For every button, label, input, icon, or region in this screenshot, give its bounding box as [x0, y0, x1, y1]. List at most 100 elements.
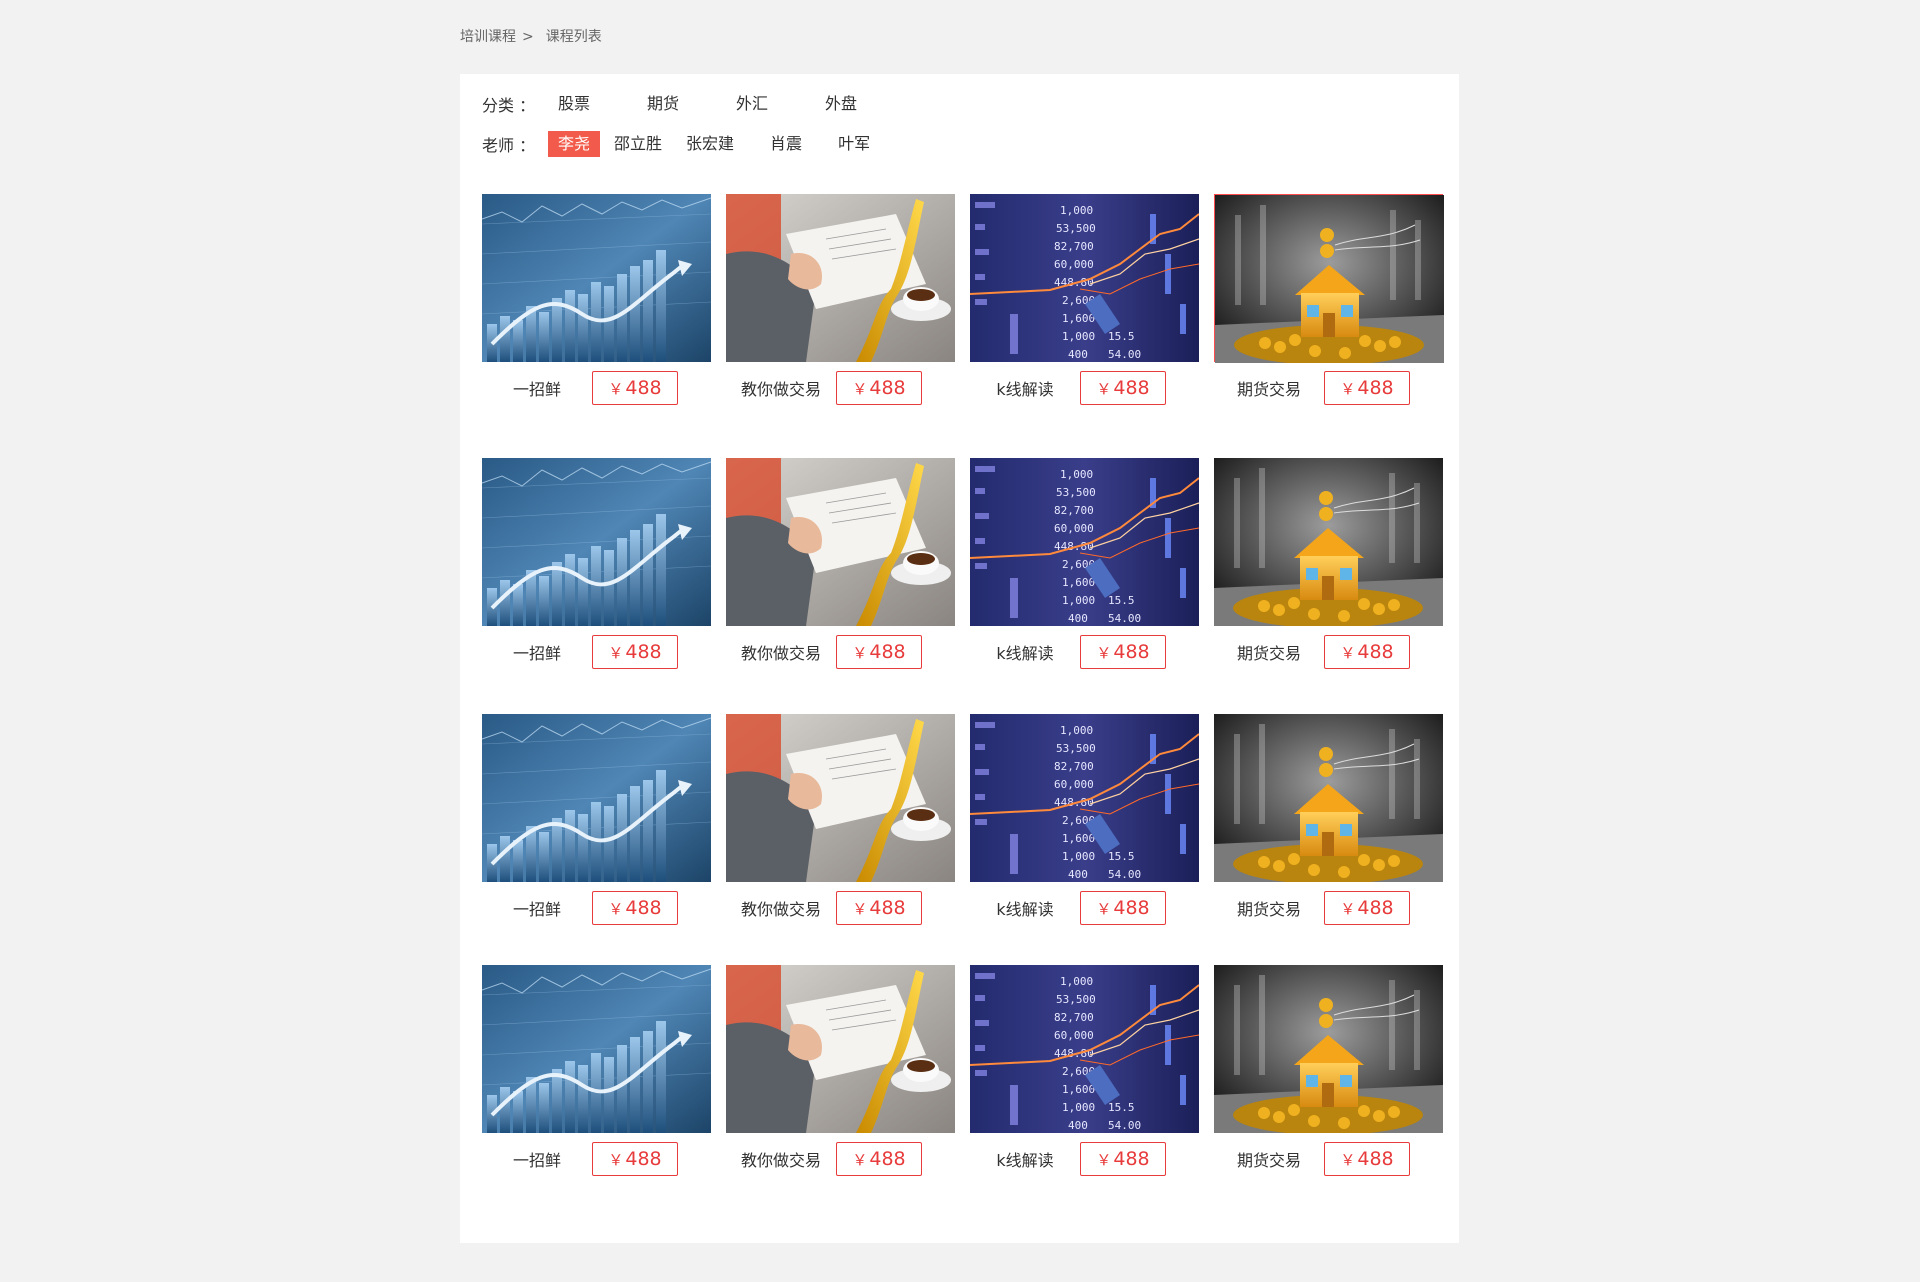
course-title[interactable]: k线解读: [970, 376, 1080, 400]
course-title[interactable]: 一招鲜: [482, 1147, 592, 1171]
course-card: 期货交易 ￥ 488: [1214, 714, 1443, 926]
course-price-button[interactable]: ￥ 488: [1324, 1142, 1410, 1176]
course-title[interactable]: k线解读: [970, 1147, 1080, 1171]
course-title[interactable]: 一招鲜: [482, 376, 592, 400]
currency-symbol: ￥: [608, 380, 624, 398]
currency-symbol: ￥: [1340, 900, 1356, 918]
currency-symbol: ￥: [852, 1151, 868, 1169]
course-price-button[interactable]: ￥ 488: [836, 371, 922, 405]
price-amount: 488: [625, 641, 662, 663]
course-price-button[interactable]: ￥ 488: [592, 1142, 678, 1176]
currency-symbol: ￥: [852, 900, 868, 918]
price-amount: 488: [625, 1148, 662, 1170]
course-title[interactable]: 期货交易: [1214, 1147, 1324, 1171]
category-option-stocks[interactable]: 股票: [548, 91, 600, 117]
teacher-option-4[interactable]: 肖震: [760, 131, 812, 157]
course-title[interactable]: 一招鲜: [482, 640, 592, 664]
price-amount: 488: [869, 641, 906, 663]
course-card: 一招鲜 ￥ 488: [481, 965, 712, 1177]
svg-text:1,000: 1,000: [1062, 1101, 1095, 1114]
svg-text:15.5: 15.5: [1108, 330, 1135, 343]
course-price-button[interactable]: ￥ 488: [1324, 891, 1410, 925]
course-price-button[interactable]: ￥ 488: [1080, 891, 1166, 925]
course-thumbnail[interactable]: [726, 965, 955, 1133]
course-price-button[interactable]: ￥ 488: [1080, 371, 1166, 405]
course-card: 教你做交易 ￥ 488: [726, 965, 955, 1177]
course-card: 1,000 53,500 82,700 60,000 448.80 2,600 1,6…: [969, 714, 1200, 926]
course-thumbnail[interactable]: [726, 714, 955, 882]
course-thumbnail[interactable]: [1214, 194, 1444, 365]
course-title[interactable]: 一招鲜: [482, 896, 592, 920]
course-card: 1,000 53,500 82,700 60,000 448.80 2,600 1,6…: [969, 458, 1200, 670]
course-card: 一招鲜 ￥ 488: [481, 458, 712, 670]
course-thumbnail[interactable]: [481, 965, 712, 1133]
course-meta: k线解读 ￥ 488: [970, 362, 1199, 406]
category-option-forex[interactable]: 外汇: [726, 91, 778, 117]
category-filter-label: 分类 ：: [482, 96, 536, 115]
course-title[interactable]: 教你做交易: [726, 1147, 836, 1171]
course-thumbnail[interactable]: [1214, 714, 1443, 884]
svg-text:82,700: 82,700: [1054, 760, 1094, 773]
course-price-button[interactable]: ￥ 488: [1324, 635, 1410, 669]
course-meta: 期货交易 ￥ 488: [1214, 1133, 1443, 1177]
course-thumbnail[interactable]: [726, 194, 955, 362]
course-price-button[interactable]: ￥ 488: [836, 635, 922, 669]
course-title[interactable]: k线解读: [970, 896, 1080, 920]
category-option-futures[interactable]: 期货: [637, 91, 689, 117]
course-meta: 教你做交易 ￥ 488: [726, 1133, 955, 1177]
course-title[interactable]: 教你做交易: [726, 896, 836, 920]
price-amount: 488: [1113, 641, 1150, 663]
currency-symbol: ￥: [1096, 900, 1112, 918]
svg-text:400: 400: [1068, 612, 1088, 625]
course-meta: 期货交易 ￥ 488: [1214, 362, 1443, 406]
price-amount: 488: [625, 897, 662, 919]
course-thumbnail[interactable]: 1,000 53,500 82,700 60,000 448.80 2,600 1,6…: [969, 714, 1200, 882]
svg-text:53,500: 53,500: [1056, 742, 1096, 755]
course-title[interactable]: 期货交易: [1214, 376, 1324, 400]
svg-text:82,700: 82,700: [1054, 240, 1094, 253]
price-amount: 488: [1113, 377, 1150, 399]
course-price-button[interactable]: ￥ 488: [1324, 371, 1410, 405]
svg-text:53,500: 53,500: [1056, 993, 1096, 1006]
currency-symbol: ￥: [608, 1151, 624, 1169]
svg-text:15.5: 15.5: [1108, 594, 1135, 607]
course-title[interactable]: 教你做交易: [726, 640, 836, 664]
course-thumbnail[interactable]: [1214, 965, 1443, 1135]
course-card: 期货交易 ￥ 488: [1214, 458, 1443, 670]
course-price-button[interactable]: ￥ 488: [836, 891, 922, 925]
course-title[interactable]: k线解读: [970, 640, 1080, 664]
course-thumbnail[interactable]: 1,000 53,500 82,700 60,000 448.80 2,600 1,6…: [969, 965, 1200, 1133]
course-card: 1,000 53,500 82,700 60,000 448.80 2,600 1,6…: [969, 965, 1200, 1177]
category-option-foreign[interactable]: 外盘: [815, 91, 867, 117]
course-thumbnail[interactable]: 1,000 53,500 82,700 60,000 448.80 2,600 1,6…: [969, 194, 1200, 362]
price-amount: 488: [1113, 1148, 1150, 1170]
price-amount: 488: [1357, 641, 1394, 663]
course-price-button[interactable]: ￥ 488: [1080, 635, 1166, 669]
course-thumbnail[interactable]: [1214, 458, 1443, 628]
course-price-button[interactable]: ￥ 488: [592, 891, 678, 925]
course-thumbnail[interactable]: [726, 458, 955, 626]
teacher-option-3[interactable]: 张宏建: [676, 131, 744, 157]
teacher-option-2[interactable]: 邵立胜: [604, 131, 672, 157]
course-card: 期货交易 ￥ 488: [1214, 965, 1443, 1177]
teacher-option-1[interactable]: 李尧: [548, 131, 601, 157]
course-price-button[interactable]: ￥ 488: [592, 635, 678, 669]
course-thumbnail[interactable]: [481, 714, 712, 882]
teacher-option-5[interactable]: 叶军: [828, 131, 880, 157]
course-meta: k线解读 ￥ 488: [970, 1133, 1199, 1177]
course-card: 1,000 53,500 82,700 60,000 448.80 2,600 1,6…: [969, 194, 1200, 406]
svg-text:1,000: 1,000: [1062, 850, 1095, 863]
course-title[interactable]: 教你做交易: [726, 376, 836, 400]
course-thumbnail[interactable]: 1,000 53,500 82,700 60,000 448.80 2,600 1,6…: [969, 458, 1200, 626]
course-thumbnail[interactable]: [481, 194, 712, 362]
svg-text:1,000: 1,000: [1060, 724, 1093, 737]
course-price-button[interactable]: ￥ 488: [836, 1142, 922, 1176]
breadcrumb-parent-link[interactable]: 培训课程: [460, 29, 516, 45]
svg-text:1,600: 1,600: [1062, 832, 1095, 845]
svg-text:54.00: 54.00: [1108, 868, 1141, 881]
course-title[interactable]: 期货交易: [1214, 896, 1324, 920]
course-price-button[interactable]: ￥ 488: [1080, 1142, 1166, 1176]
course-title[interactable]: 期货交易: [1214, 640, 1324, 664]
course-thumbnail[interactable]: [481, 458, 712, 626]
course-price-button[interactable]: ￥ 488: [592, 371, 678, 405]
